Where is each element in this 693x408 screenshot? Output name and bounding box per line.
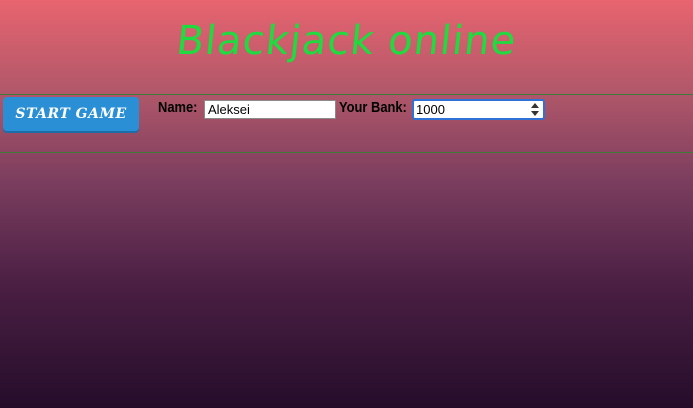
start-game-button[interactable]: START GAME [3,97,139,131]
spinner-up-icon[interactable] [531,103,539,108]
name-input[interactable] [204,100,336,119]
bank-label: Your Bank: [339,99,407,116]
number-spinner-icon[interactable] [530,102,540,117]
page-header: Blackjack online [0,0,693,95]
name-label: Name: [158,99,198,116]
bank-input[interactable] [416,102,526,117]
game-controls-bar: START GAME Name: Your Bank: [0,95,693,153]
page-title: Blackjack online [174,18,519,64]
spinner-down-icon[interactable] [531,111,539,116]
bank-input-field[interactable] [412,99,545,120]
